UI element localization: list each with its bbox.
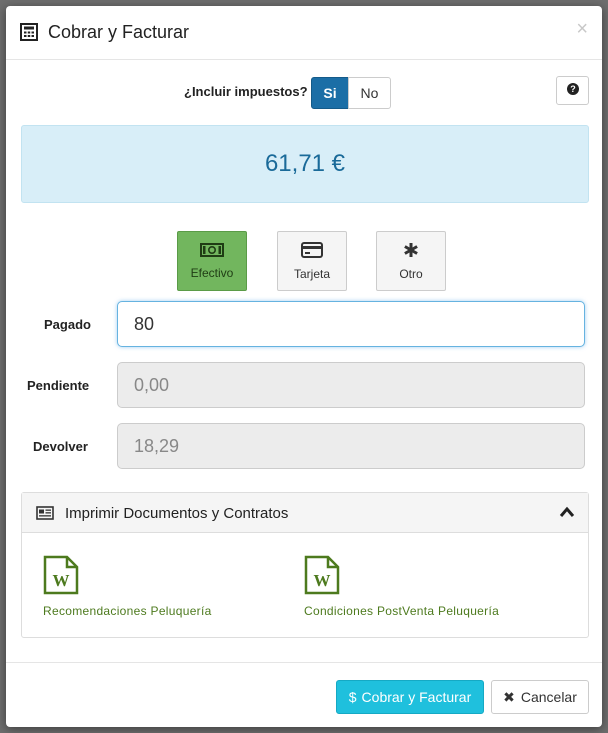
question-circle-icon: ? — [566, 82, 579, 100]
credit-card-icon — [301, 241, 323, 267]
svg-text:?: ? — [570, 84, 576, 94]
total-amount-box: 61,71 € — [21, 125, 589, 203]
documents-panel: Imprimir Documentos y Contratos W Recome… — [21, 492, 589, 638]
documents-panel-header[interactable]: Imprimir Documentos y Contratos — [22, 493, 588, 533]
chevron-up-icon[interactable] — [559, 505, 575, 523]
dollar-icon: $ — [348, 689, 357, 705]
payment-method-label: Otro — [399, 266, 423, 281]
calculator-icon — [20, 23, 38, 41]
close-icon[interactable]: × — [576, 19, 588, 39]
devolver-label: Devolver — [33, 439, 88, 454]
cancel-label: Cancelar — [520, 689, 577, 705]
payment-method-otro[interactable]: Otro — [376, 231, 446, 291]
tax-yes-button[interactable]: Si — [311, 77, 349, 109]
cancel-button[interactable]: ✖ Cancelar — [491, 680, 589, 714]
pendiente-input — [117, 362, 585, 408]
close-icon: ✖ — [503, 688, 515, 705]
help-button[interactable]: ? — [556, 76, 589, 105]
payment-method-label: Efectivo — [190, 265, 234, 280]
modal-title: Cobrar y Facturar — [48, 22, 190, 42]
total-amount: 61,71 € — [264, 150, 346, 177]
document-label: Condiciones PostVenta Peluquería — [304, 604, 500, 618]
tax-no-button[interactable]: No — [348, 77, 391, 109]
cobrar-facturar-label: Cobrar y Facturar — [361, 689, 472, 705]
word-document-icon: W — [304, 555, 499, 604]
svg-text:W: W — [53, 571, 70, 590]
payment-method-tarjeta[interactable]: Tarjeta — [277, 231, 347, 291]
cobrar-facturar-modal: Cobrar y Facturar × ¿Incluir impuestos? … — [6, 6, 602, 727]
cobrar-facturar-button[interactable]: $ Cobrar y Facturar — [336, 680, 484, 714]
pagado-label: Pagado — [44, 317, 91, 332]
document-label: Recomendaciones Peluquería — [43, 604, 212, 618]
asterisk-icon — [403, 242, 419, 267]
word-document-icon: W — [43, 555, 212, 604]
modal-header: Cobrar y Facturar × — [6, 6, 602, 60]
devolver-input — [117, 423, 585, 469]
modal-footer: $ Cobrar y Facturar ✖ Cancelar — [6, 662, 602, 727]
money-icon — [200, 242, 224, 266]
payment-method-label: Tarjeta — [293, 266, 331, 281]
svg-text:W: W — [314, 571, 331, 590]
payment-method-efectivo[interactable]: Efectivo — [177, 231, 247, 291]
pagado-input[interactable] — [117, 301, 585, 347]
documents-panel-title: Imprimir Documentos y Contratos — [65, 505, 289, 522]
document-link[interactable]: W Condiciones PostVenta Peluquería — [304, 555, 499, 618]
pendiente-label: Pendiente — [27, 378, 90, 393]
document-link[interactable]: W Recomendaciones Peluquería — [43, 555, 212, 618]
tax-label: ¿Incluir impuestos? — [184, 84, 308, 99]
newspaper-icon — [36, 506, 54, 525]
